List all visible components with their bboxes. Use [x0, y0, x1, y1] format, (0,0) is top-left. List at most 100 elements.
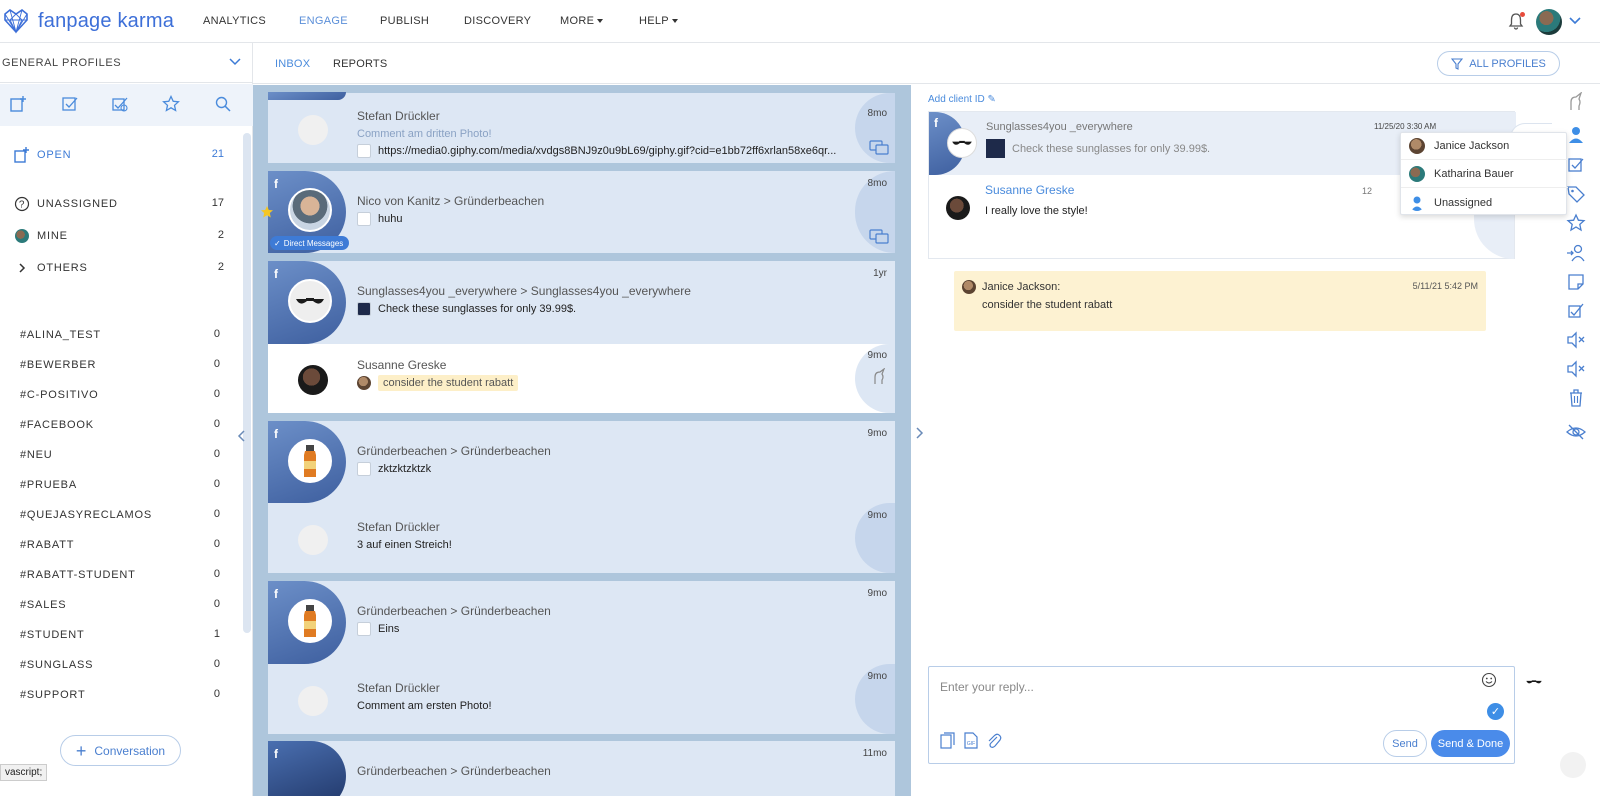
- camera-icon: [1560, 752, 1586, 778]
- assign-option-unassigned[interactable]: Unassigned: [1401, 189, 1568, 216]
- user-avatar[interactable]: [1536, 9, 1562, 35]
- sidebar-tag[interactable]: #ALINA_TEST 0: [20, 326, 220, 344]
- nav-engage[interactable]: ENGAGE: [299, 15, 348, 27]
- tag-count: 0: [213, 508, 220, 520]
- conversation-item[interactable]: f Sunglasses4you _everywhere > Sunglasse…: [268, 261, 895, 344]
- send-and-done-button[interactable]: Send & Done: [1431, 730, 1510, 757]
- nav-more[interactable]: MORE: [560, 15, 604, 27]
- sidebar-item-count: 21: [211, 148, 224, 160]
- tag-count: 0: [213, 658, 220, 670]
- nav-discovery[interactable]: DISCOVERY: [464, 15, 531, 27]
- sidebar-tag[interactable]: #BEWERBER 0: [20, 356, 220, 374]
- nav-analytics[interactable]: ANALYTICS: [203, 15, 266, 27]
- gif-icon[interactable]: GIF: [963, 732, 979, 749]
- top-navigation: fanpage karma ANALYTICS ENGAGE PUBLISH D…: [0, 0, 1600, 43]
- sidebar-tag[interactable]: #SUPPORT 0: [20, 686, 220, 704]
- check-circle-icon[interactable]: ✓: [1487, 703, 1504, 720]
- sidebar-tag[interactable]: #SUNGLASS 0: [20, 656, 220, 674]
- reply-input[interactable]: [940, 677, 1460, 697]
- collapse-sidebar-icon[interactable]: [235, 429, 247, 443]
- sidebar-tag[interactable]: #SALES 0: [20, 596, 220, 614]
- tag-label: #SUNGLASS: [20, 659, 94, 671]
- timestamp: 9mo: [867, 510, 887, 521]
- sidebar-item-unassigned[interactable]: ? UNASSIGNED 17: [14, 195, 224, 213]
- new-conversations-icon[interactable]: [9, 95, 27, 113]
- nav-help[interactable]: HELP: [639, 15, 678, 27]
- conversation-item-selected[interactable]: Susanne Greske consider the student raba…: [268, 344, 895, 413]
- conversation-item[interactable]: f Gründerbeachen > Gründerbeachen Eins 9…: [268, 581, 895, 664]
- forward-to-user-icon[interactable]: [1566, 243, 1586, 263]
- notification-bell-icon[interactable]: [1508, 12, 1525, 30]
- bottle-icon: [304, 445, 316, 477]
- done-check-icon[interactable]: [1566, 155, 1586, 175]
- sidebar-item-label: MINE: [37, 230, 68, 242]
- sidebar-scrollbar[interactable]: [243, 133, 251, 633]
- sidebar-tag[interactable]: #NEU 0: [20, 446, 220, 464]
- sidebar-tag[interactable]: #PRUEBA 0: [20, 476, 220, 494]
- browser-status-tooltip: vascript;: [0, 764, 48, 781]
- nav-publish[interactable]: PUBLISH: [380, 15, 429, 27]
- templates-icon[interactable]: [940, 732, 956, 749]
- tag-icon[interactable]: [1566, 184, 1586, 204]
- send-button[interactable]: Send: [1383, 730, 1427, 757]
- subtitle-text: Check these sunglasses for only 39.99$.: [378, 303, 577, 315]
- mute-icon[interactable]: [1566, 359, 1586, 379]
- conversation-item[interactable]: Stefan Drückler 3 auf einen Streich! 9mo: [268, 503, 895, 573]
- conversation-item[interactable]: f Gründerbeachen > Gründerbeachen 11mo: [268, 741, 895, 796]
- assigned-check-icon[interactable]: [111, 95, 129, 113]
- avatar: [298, 365, 328, 395]
- search-icon[interactable]: [214, 95, 232, 113]
- sidebar-item-others[interactable]: OTHERS 2: [14, 259, 224, 277]
- tab-inbox[interactable]: INBOX: [275, 58, 310, 70]
- all-profiles-filter-button[interactable]: ALL PROFILES: [1437, 51, 1560, 76]
- conversation-item[interactable]: Stefan Drückler Comment am ersten Photo!…: [268, 664, 895, 734]
- conversation-item[interactable]: f ✓ Direct Messages Nico von Kanitz > Grü…: [261, 171, 895, 253]
- sidebar-tag[interactable]: #STUDENT 1: [20, 626, 220, 644]
- sunglasses-icon: [296, 298, 324, 304]
- assign-option-janice[interactable]: Janice Jackson: [1401, 133, 1568, 160]
- comment-author[interactable]: Susanne Greske: [985, 183, 1074, 197]
- sidebar-tag[interactable]: #C-POSITIVO 0: [20, 386, 220, 404]
- assign-user-icon[interactable]: [1566, 125, 1586, 145]
- avatar: [298, 525, 328, 555]
- timestamp: 8mo: [867, 108, 887, 119]
- facebook-icon: f: [274, 177, 278, 191]
- sidebar-tag[interactable]: #FACEBOOK 0: [20, 416, 220, 434]
- unicorn-icon[interactable]: [1566, 92, 1586, 112]
- sidebar-item-mine[interactable]: MINE 2: [14, 227, 224, 245]
- sidebar-tag[interactable]: #RABATT-STUDENT 0: [20, 566, 220, 584]
- hide-eye-icon[interactable]: [1566, 422, 1586, 442]
- chevron-right-icon[interactable]: [914, 425, 926, 441]
- note-icon[interactable]: [1566, 272, 1586, 292]
- tag-label: #NEU: [20, 449, 53, 461]
- tab-reports[interactable]: REPORTS: [333, 58, 387, 70]
- sidebar-tag[interactable]: #RABATT 0: [20, 536, 220, 554]
- sidebar-item-open[interactable]: OPEN 21: [14, 146, 224, 164]
- tag-count: 0: [213, 418, 220, 430]
- assign-option-katharina[interactable]: Katharina Bauer: [1401, 161, 1568, 188]
- star-icon[interactable]: [162, 95, 180, 113]
- assign-option-label: Unassigned: [1434, 196, 1493, 209]
- thumbnail: [357, 144, 371, 158]
- done-check-icon[interactable]: [61, 95, 79, 113]
- emoji-icon[interactable]: [1481, 672, 1497, 688]
- logo[interactable]: fanpage karma: [2, 8, 174, 34]
- conversation-title: Gründerbeachen > Gründerbeachen: [357, 604, 551, 618]
- new-conversation-button[interactable]: + Conversation: [60, 735, 181, 766]
- conversation-item[interactable]: Stefan Drückler Comment am dritten Photo…: [268, 92, 895, 163]
- question-circle-icon: ?: [14, 196, 30, 212]
- conversation-title: Nico von Kanitz > Gründerbeachen: [357, 194, 545, 208]
- conversation-subtitle: zktzktzktzk: [357, 462, 431, 476]
- add-client-id-link[interactable]: Add client ID ✎: [928, 94, 996, 105]
- star-icon[interactable]: [1566, 213, 1586, 233]
- chevron-down-icon[interactable]: [1568, 14, 1582, 28]
- new-conversation-label: Conversation: [94, 743, 166, 758]
- task-check-icon[interactable]: [1566, 301, 1586, 321]
- profile-selector[interactable]: GENERAL PROFILES: [0, 43, 253, 83]
- conversation-item[interactable]: f Gründerbeachen > Gründerbeachen zktzkt…: [268, 421, 895, 503]
- paperclip-icon[interactable]: [986, 732, 1002, 749]
- comment-time: 12: [1362, 186, 1373, 196]
- mute-user-icon[interactable]: [1566, 330, 1586, 350]
- sidebar-tag[interactable]: #QUEJASYRECLAMOS 0: [20, 506, 220, 524]
- trash-icon[interactable]: [1566, 388, 1586, 408]
